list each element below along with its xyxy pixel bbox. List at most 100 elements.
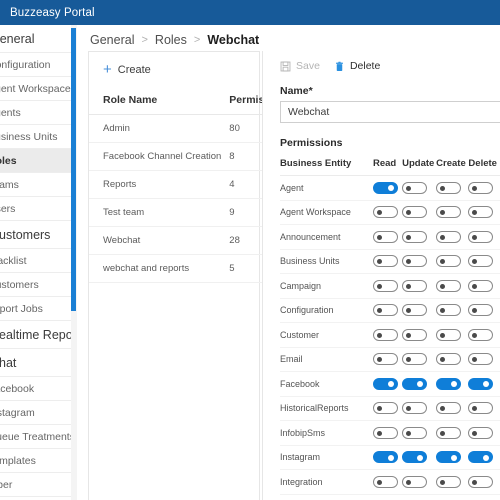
- update-toggle[interactable]: [402, 255, 428, 268]
- update-toggle[interactable]: [402, 426, 428, 439]
- create-toggle[interactable]: [436, 230, 462, 243]
- delete-toggle[interactable]: [468, 255, 494, 268]
- breadcrumb-separator: >: [193, 34, 201, 46]
- sidebar-item-customers[interactable]: Customers: [0, 273, 72, 297]
- update-toggle[interactable]: [402, 279, 428, 292]
- update-toggle[interactable]: [402, 181, 428, 194]
- role-name-cell: Facebook Channel Creation: [89, 142, 222, 171]
- update-toggle[interactable]: [402, 353, 428, 366]
- sidebar-item-business-units[interactable]: Business Units: [0, 125, 72, 149]
- create-toggle[interactable]: [436, 402, 462, 415]
- create-toggle[interactable]: [436, 451, 462, 464]
- delete-toggle[interactable]: [468, 206, 494, 219]
- create-toggle[interactable]: [436, 255, 462, 268]
- read-toggle[interactable]: [372, 377, 398, 390]
- sidebar-item-agent-workspaces[interactable]: Agent Workspaces: [0, 77, 72, 101]
- sidebar-item-label: General: [0, 31, 35, 46]
- sidebar-item-agents[interactable]: Agents: [0, 101, 72, 125]
- sidebar-item-blacklist[interactable]: Blacklist: [0, 249, 72, 273]
- read-toggle[interactable]: [372, 402, 398, 415]
- delete-toggle[interactable]: [468, 402, 494, 415]
- create-toggle[interactable]: [436, 426, 462, 439]
- delete-toggle[interactable]: [468, 377, 494, 390]
- sidebar-item-label: Agent Workspaces: [0, 82, 72, 95]
- read-toggle[interactable]: [372, 230, 398, 243]
- sidebar-item-general[interactable]: General: [0, 25, 72, 53]
- sidebar-item-roles[interactable]: Roles: [0, 149, 72, 173]
- delete-toggle[interactable]: [468, 181, 494, 194]
- table-row: Configuration: [280, 298, 500, 323]
- update-toggle[interactable]: [402, 451, 428, 464]
- delete-toggle-cell: [468, 396, 500, 421]
- update-toggle-cell: [402, 396, 437, 421]
- sidebar-item-configuration[interactable]: Configuration: [0, 53, 72, 77]
- sidebar-item-facebook[interactable]: Facebook: [0, 377, 72, 401]
- update-toggle[interactable]: [402, 206, 428, 219]
- create-toggle[interactable]: [436, 279, 462, 292]
- read-toggle[interactable]: [372, 475, 398, 488]
- sidebar-item-teams[interactable]: Teams: [0, 173, 72, 197]
- update-toggle[interactable]: [402, 402, 428, 415]
- create-toggle[interactable]: [436, 304, 462, 317]
- sidebar-scrollbar-thumb[interactable]: [71, 28, 76, 311]
- breadcrumb-item-roles[interactable]: Roles: [155, 33, 187, 47]
- read-toggle-cell: [372, 396, 403, 421]
- save-button[interactable]: Save: [280, 60, 320, 72]
- create-toggle[interactable]: [436, 353, 462, 366]
- create-toggle-cell: [436, 469, 469, 495]
- delete-button[interactable]: Delete: [334, 60, 380, 72]
- delete-toggle[interactable]: [468, 475, 494, 488]
- delete-toggle[interactable]: [468, 426, 494, 439]
- update-toggle-cell: [402, 298, 437, 323]
- create-role-button[interactable]: + Create: [103, 62, 165, 77]
- update-toggle-cell: [402, 249, 437, 274]
- delete-toggle[interactable]: [468, 304, 494, 317]
- sidebar-nav[interactable]: General Configuration Agent Workspaces Agen…: [0, 25, 72, 500]
- business-entity-cell: Email: [280, 347, 373, 372]
- read-toggle[interactable]: [372, 279, 398, 292]
- delete-toggle-cell: [468, 371, 500, 397]
- update-toggle[interactable]: [402, 377, 428, 390]
- create-toggle-cell: [436, 371, 469, 397]
- breadcrumb-item-general[interactable]: General: [90, 33, 134, 47]
- sidebar-item-customers[interactable]: Customers: [0, 221, 72, 249]
- sidebar-item-instagram[interactable]: Instagram: [0, 401, 72, 425]
- create-toggle[interactable]: [436, 377, 462, 390]
- sidebar-item-users[interactable]: Users: [0, 197, 72, 221]
- read-toggle[interactable]: [372, 353, 398, 366]
- read-toggle[interactable]: [372, 255, 398, 268]
- delete-toggle[interactable]: [468, 279, 494, 292]
- update-toggle[interactable]: [402, 475, 428, 488]
- create-toggle[interactable]: [436, 206, 462, 219]
- sidebar-item-label: Agents: [0, 106, 21, 119]
- delete-toggle[interactable]: [468, 328, 494, 341]
- read-toggle[interactable]: [372, 304, 398, 317]
- read-toggle[interactable]: [372, 426, 398, 439]
- create-toggle[interactable]: [436, 475, 462, 488]
- update-toggle[interactable]: [402, 328, 428, 341]
- read-toggle[interactable]: [372, 206, 398, 219]
- sidebar-item-label: Configuration: [0, 58, 51, 71]
- sidebar-item-realtime-reports[interactable]: Realtime Reports: [0, 321, 72, 349]
- update-toggle[interactable]: [402, 230, 428, 243]
- sidebar-item-chat[interactable]: Chat: [0, 349, 72, 377]
- read-toggle[interactable]: [372, 451, 398, 464]
- roles-list-panel: + Create Role Name Permissions Admin 80 Fa…: [88, 51, 292, 500]
- sidebar-item-import-jobs[interactable]: Import Jobs: [0, 297, 72, 321]
- create-toggle[interactable]: [436, 181, 462, 194]
- sidebar-item-viber[interactable]: Viber: [0, 473, 72, 497]
- delete-toggle[interactable]: [468, 353, 494, 366]
- sidebar-item-queue-treatments[interactable]: Queue Treatments: [0, 425, 72, 449]
- create-toggle[interactable]: [436, 328, 462, 341]
- name-input[interactable]: [280, 101, 500, 123]
- sidebar-item-templates[interactable]: Templates: [0, 449, 72, 473]
- delete-toggle[interactable]: [468, 230, 494, 243]
- read-toggle[interactable]: [372, 181, 398, 194]
- required-marker: *: [308, 85, 313, 97]
- delete-toggle[interactable]: [468, 451, 494, 464]
- read-toggle-cell: [372, 224, 403, 250]
- update-toggle-cell: [402, 347, 437, 372]
- update-toggle[interactable]: [402, 304, 428, 317]
- business-entity-cell: Campaign: [280, 273, 373, 299]
- read-toggle[interactable]: [372, 328, 398, 341]
